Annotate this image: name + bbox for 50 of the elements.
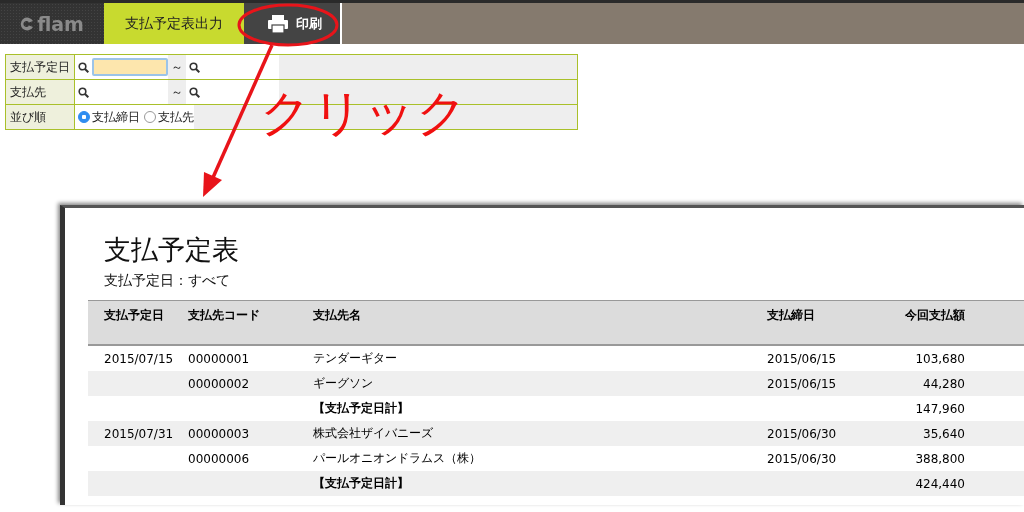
table-cell: 2015/06/30 bbox=[767, 426, 837, 441]
table-cell: 【支払予定日計】 bbox=[313, 476, 409, 490]
field-label: 支払予定日 bbox=[6, 55, 75, 79]
search-icon[interactable] bbox=[189, 61, 200, 73]
field-label: 並び順 bbox=[6, 105, 75, 129]
column-header: 支払先名 bbox=[313, 307, 362, 324]
table-cell: 35,640 bbox=[923, 426, 965, 441]
table-cell: 00000002 bbox=[188, 376, 250, 391]
field-label: 支払先 bbox=[6, 80, 75, 104]
search-icon[interactable] bbox=[78, 61, 89, 73]
radio-button[interactable] bbox=[78, 111, 90, 123]
column-header: 支払締日 bbox=[767, 307, 816, 324]
logo[interactable]: flam bbox=[0, 3, 104, 44]
column-header: 支払予定日 bbox=[104, 307, 165, 324]
range-separator: ～ bbox=[171, 58, 183, 76]
table-cell: 00000006 bbox=[188, 451, 250, 466]
logo-mark-icon bbox=[20, 16, 35, 31]
radio-option[interactable]: 支払締日 bbox=[78, 108, 140, 126]
table-cell: 2015/06/15 bbox=[767, 351, 837, 366]
table-cell: 147,960 bbox=[915, 401, 965, 416]
table-cell: テンダーギター bbox=[313, 351, 397, 365]
table-cell: 2015/06/30 bbox=[767, 451, 837, 466]
search-icon[interactable] bbox=[78, 86, 89, 98]
table-cell: 株式会社ザイバニーズ bbox=[313, 426, 433, 440]
search-field[interactable] bbox=[186, 55, 279, 79]
table-cell: 103,680 bbox=[915, 351, 965, 366]
search-icon[interactable] bbox=[189, 86, 200, 98]
tab[interactable]: 支払予定表出力 bbox=[104, 3, 244, 44]
table-cell: 388,800 bbox=[915, 451, 965, 466]
printer-icon bbox=[268, 14, 288, 33]
table-cell: 2015/07/15 bbox=[104, 351, 174, 366]
column-header: 今回支払額 bbox=[904, 307, 965, 324]
report-title: 支払予定表 bbox=[104, 233, 240, 267]
table-cell: 2015/06/15 bbox=[767, 376, 837, 391]
search-field[interactable] bbox=[75, 55, 168, 79]
table-cell: 2015/07/31 bbox=[104, 426, 174, 441]
logo-text: flam bbox=[37, 12, 84, 35]
radio-button[interactable] bbox=[144, 111, 156, 123]
column-header: 支払先コード bbox=[188, 307, 261, 324]
radio-option[interactable]: 支払先 bbox=[144, 108, 194, 126]
table-cell: 00000003 bbox=[188, 426, 250, 441]
report-subtitle: 支払予定日：すべて bbox=[104, 272, 230, 290]
table-cell: 00000001 bbox=[188, 351, 250, 366]
table-cell: 【支払予定日計】 bbox=[313, 401, 409, 415]
table-cell: 424,440 bbox=[915, 476, 965, 491]
table-cell: パールオニオンドラムス（株） bbox=[313, 451, 481, 465]
search-field[interactable] bbox=[75, 80, 168, 104]
table-cell: ギーグソン bbox=[313, 376, 373, 390]
table-cell: 44,280 bbox=[923, 376, 965, 391]
range-separator: ～ bbox=[171, 83, 183, 101]
